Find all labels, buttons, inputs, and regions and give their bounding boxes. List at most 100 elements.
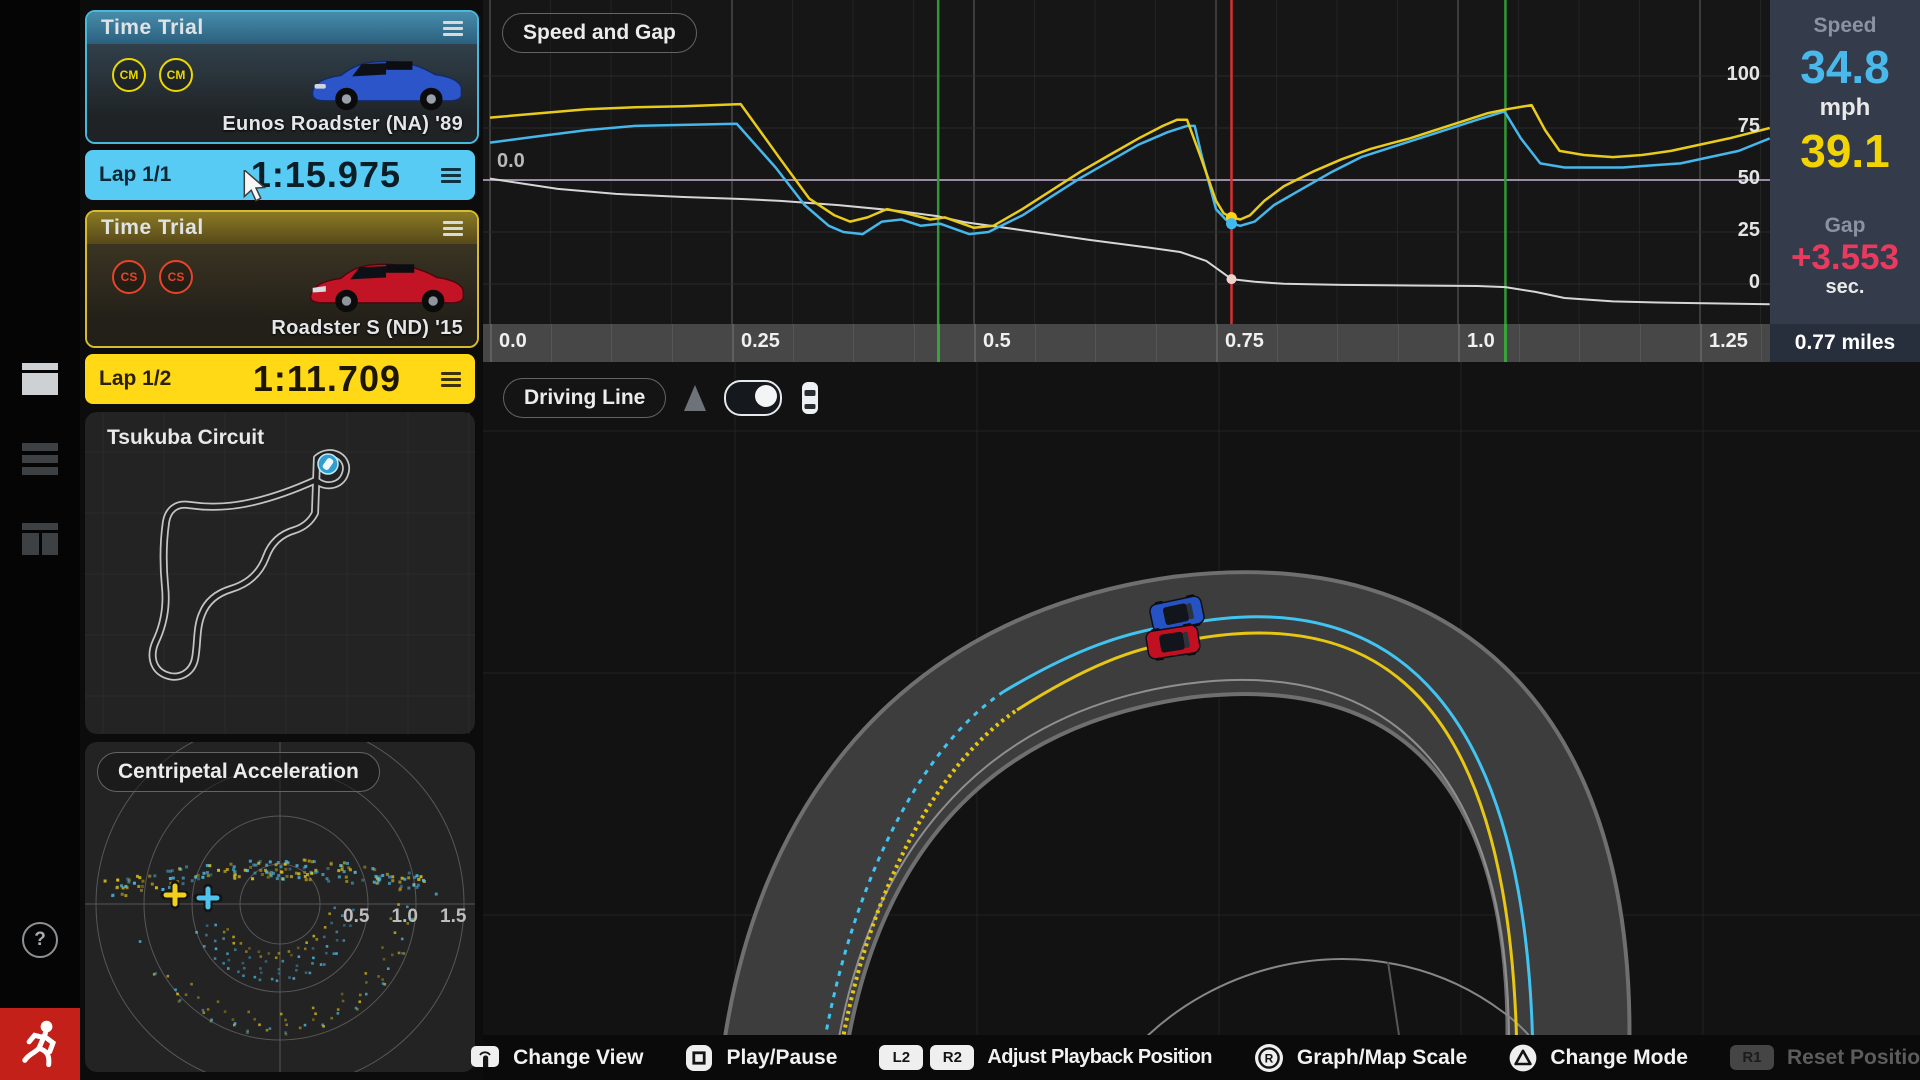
hint-label: Adjust Playback Position [987, 1046, 1212, 1069]
gg-point [323, 963, 326, 966]
hint-graph-map-scale[interactable]: RGraph/Map Scale [1254, 1043, 1467, 1073]
gg-point [254, 864, 257, 867]
axis-separator [1035, 324, 1036, 362]
gg-point [309, 972, 312, 975]
gg-point [172, 877, 175, 880]
gg-point [358, 1000, 361, 1003]
gg-point [232, 1018, 235, 1021]
gg-point [408, 872, 411, 875]
gg-point [246, 1030, 249, 1033]
card-menu-icon[interactable] [443, 218, 463, 239]
gg-point [254, 872, 257, 875]
cockpit [1159, 631, 1186, 653]
gg-point [417, 878, 420, 881]
hint-change-mode[interactable]: Change Mode [1509, 1044, 1688, 1072]
gg-point [226, 952, 229, 955]
car-card-roadster-s[interactable]: Time Trial CSCS Roadster S (ND) '15 [85, 210, 479, 348]
marker-mode-icon[interactable] [684, 385, 706, 411]
lap-row-eunos[interactable]: Lap 1/1 1:15.975 [85, 150, 475, 200]
axis-separator [1458, 324, 1460, 362]
playhead-dot-blue [1226, 218, 1237, 229]
gg-point [234, 948, 237, 951]
gap-value: +3.553 [1770, 238, 1920, 278]
distance-tick-label: 0.75 [1225, 330, 1264, 353]
gg-point [197, 996, 200, 999]
track-map[interactable] [85, 412, 475, 734]
gg-point [391, 875, 394, 878]
gg-point [305, 941, 308, 944]
gg-point [337, 1012, 340, 1015]
gg-point [267, 876, 270, 879]
gg-point [303, 871, 306, 874]
gg-point [381, 874, 384, 877]
lap-row-roadster-s[interactable]: Lap 1/2 1:11.709 [85, 354, 475, 404]
driving-line-toggle[interactable] [724, 380, 782, 416]
list-view-icon[interactable] [22, 443, 58, 475]
gg-point [435, 893, 438, 896]
gg-point [374, 875, 377, 878]
gt-runner-logo-icon[interactable] [0, 1008, 80, 1080]
layout-header-view-icon[interactable] [22, 363, 58, 395]
gg-point [407, 887, 410, 890]
gg-point [298, 955, 301, 958]
sector-marker-tick [937, 324, 940, 362]
car-card-eunos[interactable]: Time Trial CMCM Eunos Roadster (NA) '89 [85, 10, 479, 144]
gg-point [203, 872, 206, 875]
gg-point [269, 1027, 272, 1030]
gg-point [304, 865, 307, 868]
help-icon[interactable]: ? [22, 922, 58, 958]
hint-adjust-playback-position[interactable]: L2R2Adjust Playback Position [879, 1045, 1212, 1070]
gg-point [343, 939, 346, 942]
gg-point [304, 1024, 307, 1027]
distance-axis-strip[interactable]: 0.00.250.50.751.01.25 [483, 324, 1770, 362]
hint-change-view[interactable]: Change View [470, 1045, 643, 1070]
lap-time: 1:15.975 [251, 154, 401, 196]
speed-label: Speed [1770, 14, 1920, 38]
gg-point [365, 993, 368, 996]
axis-separator [914, 324, 915, 362]
speed-value-blue: 34.8 [1770, 40, 1920, 94]
lap-label: Lap 1/2 [99, 367, 171, 391]
speed-tick-label: 0 [1710, 271, 1760, 294]
axis-separator [793, 324, 794, 362]
gg-point [259, 955, 262, 958]
gg-point [312, 1007, 315, 1010]
lap-menu-icon[interactable] [441, 369, 461, 390]
gg-point [112, 894, 115, 897]
gg-point [371, 867, 374, 870]
gg-point [376, 882, 379, 885]
gg-point [120, 884, 123, 887]
hint-label: Change Mode [1550, 1046, 1688, 1070]
gg-point [390, 917, 393, 920]
gg-point [312, 1018, 315, 1021]
gg-point [210, 1019, 213, 1022]
gg-point [190, 983, 193, 986]
trace-eunos-roadster-na-89-speed [490, 111, 1770, 234]
gg-point [336, 931, 339, 934]
driving-line-pill: Driving Line [503, 378, 666, 418]
gg-point [141, 880, 144, 883]
track-view-region[interactable]: Driving Line [483, 362, 1920, 1035]
card-menu-icon[interactable] [443, 18, 463, 39]
gg-point [234, 870, 237, 873]
hint-play-pause[interactable]: Play/Pause [685, 1044, 837, 1072]
gg-point [345, 880, 348, 883]
controller-hint-bar: Change ViewPlay/PauseL2R2Adjust Playback… [483, 1035, 1920, 1080]
track-map-panel: Tsukuba Circuit [85, 412, 475, 734]
gg-point [195, 931, 198, 934]
gg-point [197, 877, 200, 880]
gg-point [265, 871, 268, 874]
lap-menu-icon[interactable] [441, 165, 461, 186]
axis-separator [732, 324, 734, 362]
axis-separator [1216, 324, 1218, 362]
gg-point [361, 879, 364, 882]
distance-tick-label: 1.0 [1467, 330, 1495, 353]
gg-point [398, 881, 401, 884]
layout-split-view-icon[interactable] [22, 523, 58, 555]
speed-tick-label: 100 [1710, 63, 1760, 86]
gg-point [276, 979, 279, 982]
car-mode-icon[interactable] [800, 381, 820, 415]
speed-gap-graph-region[interactable]: Speed and Gap 0.0 1007550250 [483, 0, 1770, 324]
gg-point [330, 862, 333, 865]
gg-point [387, 967, 390, 970]
